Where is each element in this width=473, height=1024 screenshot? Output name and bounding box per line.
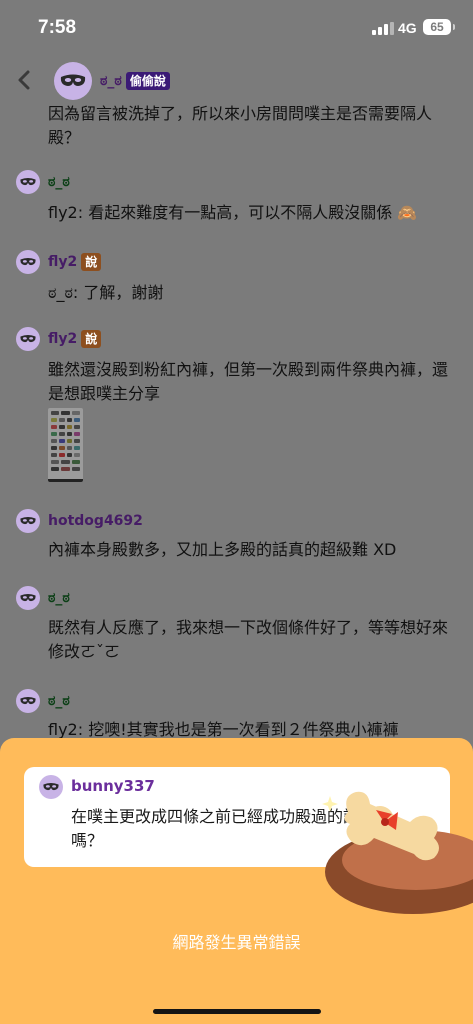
home-indicator[interactable] bbox=[153, 1009, 321, 1014]
message-text: fly2: 挖噢!其實我也是第一次看到２件祭典小褲褲 bbox=[48, 720, 399, 738]
network-error-message: 網路發生異常錯誤 bbox=[172, 933, 301, 952]
mask-avatar-icon bbox=[39, 775, 63, 799]
secret-tag: 偷偷說 bbox=[125, 72, 170, 90]
network-type: 4G bbox=[398, 20, 417, 36]
message-username[interactable]: fly2 bbox=[48, 254, 77, 270]
mask-avatar-icon[interactable] bbox=[16, 327, 40, 351]
battery-icon: 65 bbox=[423, 19, 455, 35]
message-text: 雖然還沒殿到粉紅內褲，但第一次殿到兩件祭典內褲，還是想跟噗主分享 bbox=[48, 360, 449, 403]
chat-message: ಠ_ಠ 既然有人反應了，我來想一下改個條件好了，等等想好來修改ㄛˇㄛ bbox=[0, 585, 473, 675]
reply-username[interactable]: bunny337 bbox=[71, 777, 155, 795]
mask-avatar-icon[interactable] bbox=[16, 586, 40, 610]
message-username[interactable]: ಠ_ಠ bbox=[100, 73, 122, 89]
chat-message: ಠ_ಠ fly2: 看起來難度有一點高，可以不隔人殿沒關係 🙈 bbox=[0, 169, 473, 229]
message-text: 內褲本身殿數多，又加上多殿的話真的超級難 XD bbox=[48, 540, 397, 559]
chat-message: hotdog4692 內褲本身殿數多，又加上多殿的話真的超級難 XD bbox=[0, 508, 473, 568]
chat-message: ಠ_ಠ fly2: 挖噢!其實我也是第一次看到２件祭典小褲褲 bbox=[0, 688, 473, 738]
mask-avatar-icon[interactable] bbox=[54, 62, 92, 100]
message-username[interactable]: ಠ_ಠ bbox=[48, 174, 70, 190]
say-tag: 說 bbox=[81, 330, 102, 348]
message-username[interactable]: ಠ_ಠ bbox=[48, 693, 70, 709]
chat-message: ಠ_ಠ 偷偷說 因為留言被洗掉了，所以來小房間問噗主是否需要隔人殿？ bbox=[0, 62, 473, 152]
message-text: 既然有人反應了，我來想一下改個條件好了，等等想好來修改ㄛˇㄛ bbox=[48, 618, 449, 661]
bone-mascot-icon bbox=[322, 791, 473, 914]
status-time: 7:58 bbox=[38, 17, 77, 38]
message-text: fly2: 看起來難度有一點高，可以不隔人殿沒關係 🙈 bbox=[48, 203, 418, 222]
chat-message: fly2 說 ಠ_ಠ: 了解，謝謝 bbox=[0, 249, 473, 309]
status-bar: 7:58 4G 65 bbox=[0, 0, 473, 56]
message-username[interactable]: fly2 bbox=[48, 331, 77, 347]
mask-avatar-icon[interactable] bbox=[16, 689, 40, 713]
message-username[interactable]: ಠ_ಠ bbox=[48, 590, 70, 606]
shared-image-thumbnail[interactable] bbox=[48, 408, 83, 482]
mask-avatar-icon[interactable] bbox=[16, 509, 40, 533]
mask-avatar-icon[interactable] bbox=[16, 250, 40, 274]
message-text: ಠ_ಠ: 了解，謝謝 bbox=[48, 283, 164, 302]
say-tag: 說 bbox=[81, 253, 102, 271]
signal-icon bbox=[372, 22, 394, 35]
mask-avatar-icon[interactable] bbox=[16, 170, 40, 194]
message-username[interactable]: hotdog4692 bbox=[48, 513, 143, 529]
message-text: 因為留言被洗掉了，所以來小房間問噗主是否需要隔人殿？ bbox=[48, 104, 433, 147]
